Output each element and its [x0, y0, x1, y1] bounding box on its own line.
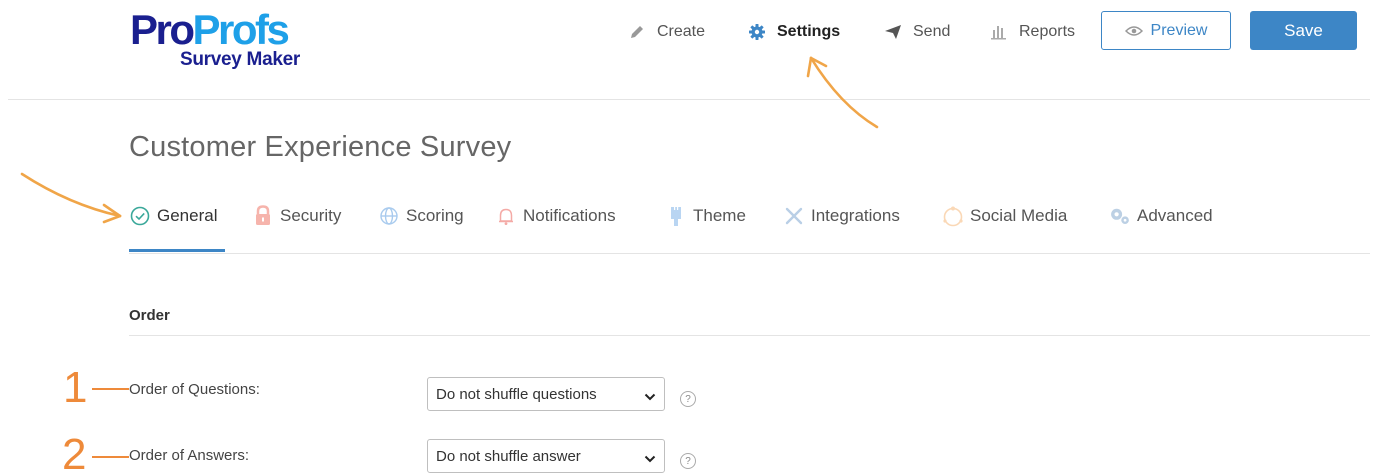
order-of-questions-value: Do not shuffle questions	[436, 385, 597, 403]
order-of-answers-select[interactable]: Do not shuffle answer	[427, 439, 665, 473]
order-of-questions-label: Order of Questions:	[129, 381, 260, 398]
annotation-number-1: 1	[63, 363, 88, 412]
paint-icon	[665, 205, 687, 227]
tab-scoring[interactable]: Scoring	[378, 200, 464, 232]
tab-notifications-label: Notifications	[523, 206, 616, 225]
tab-theme-label: Theme	[693, 206, 746, 225]
tab-integrations[interactable]: Integrations	[783, 200, 900, 232]
nav-create[interactable]: Create	[626, 20, 705, 44]
preview-button-label: Preview	[1150, 21, 1208, 39]
gears-icon	[1109, 205, 1131, 227]
tab-advanced[interactable]: Advanced	[1109, 200, 1213, 232]
preview-button[interactable]: Preview	[1101, 11, 1231, 50]
tab-security[interactable]: Security	[252, 200, 341, 232]
tabs-divider	[129, 253, 1370, 254]
tab-notifications[interactable]: Notifications	[495, 200, 616, 232]
paper-plane-icon	[882, 23, 904, 41]
section-title-order: Order	[129, 307, 170, 324]
gear-icon	[746, 23, 768, 41]
section-divider	[129, 335, 1370, 336]
nav-create-label: Create	[657, 23, 706, 40]
order-of-answers-value: Do not shuffle answer	[436, 447, 581, 465]
nav-send[interactable]: Send	[882, 20, 950, 44]
save-button[interactable]: Save	[1250, 11, 1357, 50]
globe-icon	[378, 205, 400, 227]
nav-settings[interactable]: Settings	[746, 20, 840, 44]
annotation-number-2: 2	[62, 430, 87, 475]
social-icon	[942, 205, 964, 227]
help-icon[interactable]: ?	[680, 391, 696, 407]
check-circle-icon	[129, 205, 151, 227]
chevron-down-icon	[644, 451, 656, 468]
pencil-icon	[626, 23, 648, 41]
nav-send-label: Send	[913, 23, 951, 40]
tools-icon	[783, 205, 805, 227]
top-navigation: Create Settings Send Reports Preview Sav…	[0, 0, 1375, 64]
lock-icon	[252, 205, 274, 227]
nav-reports-label: Reports	[1019, 23, 1076, 40]
tab-social-media-label: Social Media	[970, 206, 1068, 225]
bell-icon	[495, 205, 517, 227]
nav-reports[interactable]: Reports	[988, 20, 1075, 44]
tab-theme[interactable]: Theme	[665, 200, 746, 232]
order-of-questions-select[interactable]: Do not shuffle questions	[427, 377, 665, 411]
tab-security-label: Security	[280, 206, 342, 225]
tab-general-label: General	[157, 206, 218, 225]
annotation-line-1	[92, 388, 129, 390]
tab-advanced-label: Advanced	[1137, 206, 1213, 225]
tab-scoring-label: Scoring	[406, 206, 464, 225]
header-divider	[8, 99, 1370, 100]
tab-integrations-label: Integrations	[811, 206, 900, 225]
annotation-line-2	[92, 456, 129, 458]
bar-chart-icon	[988, 23, 1010, 41]
arrow-to-general	[20, 172, 122, 224]
help-icon[interactable]: ?	[680, 453, 696, 469]
arrow-to-settings	[806, 56, 879, 129]
page-title: Customer Experience Survey	[129, 131, 512, 163]
eye-icon	[1124, 25, 1143, 37]
chevron-down-icon	[644, 389, 656, 406]
tab-general[interactable]: General	[129, 200, 217, 232]
order-of-answers-label: Order of Answers:	[129, 447, 250, 464]
tab-social-media[interactable]: Social Media	[942, 200, 1067, 232]
active-tab-indicator	[129, 249, 225, 252]
nav-settings-label: Settings	[777, 23, 841, 40]
